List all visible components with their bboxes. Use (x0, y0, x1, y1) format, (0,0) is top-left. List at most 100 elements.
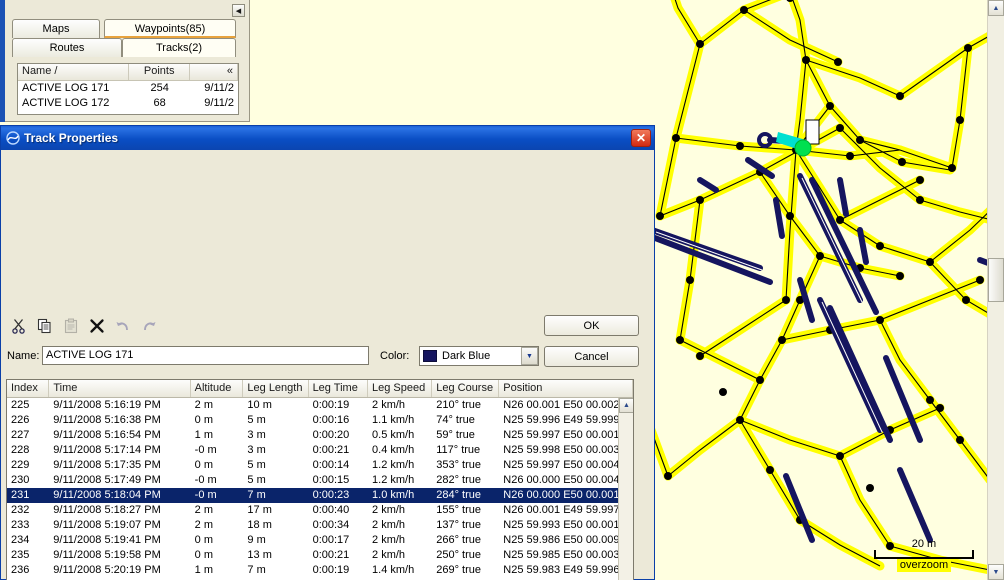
redo-button (138, 316, 160, 336)
tab-tracks-label: Tracks(2) (155, 42, 203, 54)
cell-position: N26 00.001 E50 00.002 (503, 399, 620, 411)
chevron-down-icon: ▼ (992, 568, 1000, 576)
col-leg-course[interactable]: Leg Course (432, 380, 500, 397)
cell-leg-length: 9 m (247, 534, 266, 546)
name-field-label: Name: (7, 350, 40, 362)
tab-routes[interactable]: Routes (12, 38, 122, 57)
cell-leg-speed: 2 km/h (372, 519, 406, 531)
tab-tracks[interactable]: Tracks(2) (122, 38, 236, 57)
cell-leg-course: 210° true (436, 399, 481, 411)
col-position[interactable]: Position (499, 380, 633, 397)
cell-index: 232 (11, 504, 30, 516)
col-index[interactable]: Index (7, 380, 50, 397)
cell-leg-time: 0:00:40 (312, 504, 350, 516)
table-row[interactable]: 235 9/11/2008 5:19:58 PM 0 m 13 m 0:00:21 2 k… (7, 548, 633, 563)
col-leg-speed[interactable]: Leg Speed (368, 380, 433, 397)
tab-waypoints-label: Waypoints(85) (134, 23, 206, 35)
col-leg-length[interactable]: Leg Length (243, 380, 309, 397)
dialog-title-bar[interactable]: Track Properties ✕ (1, 126, 654, 150)
cell-position: N25 59.983 E49 59.996 (503, 564, 620, 576)
table-row[interactable]: 229 9/11/2008 5:17:35 PM 0 m 5 m 0:00:14 1.2 … (7, 458, 633, 473)
cut-button[interactable] (8, 316, 30, 336)
map-vertical-scrollbar[interactable]: ▲ ▼ (987, 0, 1004, 580)
ok-button-label: OK (583, 319, 600, 332)
cell-leg-speed: 0.5 km/h (372, 429, 415, 441)
delete-button[interactable] (86, 316, 108, 336)
cell-leg-length: 17 m (247, 504, 272, 516)
cell-leg-course: 269° true (436, 564, 481, 576)
cell-leg-speed: 2 km/h (372, 504, 406, 516)
chevron-down-icon[interactable]: ▼ (521, 347, 538, 365)
copy-button[interactable] (34, 316, 56, 336)
cell-index: 228 (11, 444, 30, 456)
close-icon[interactable]: ✕ (631, 129, 651, 147)
table-row[interactable]: 232 9/11/2008 5:18:27 PM 2 m 17 m 0:00:40 2 k… (7, 503, 633, 518)
cancel-button[interactable]: Cancel (544, 346, 639, 367)
cell-position: N26 00.001 E49 59.997 (503, 504, 620, 516)
cell-leg-speed: 2 km/h (372, 549, 406, 561)
track-list-table[interactable]: Name / Points « ACTIVE LOG 171 254 9/11/… (17, 63, 239, 115)
table-scroll-up-button[interactable]: ▲ (619, 398, 633, 413)
cell-leg-speed: 1.2 km/h (372, 474, 415, 486)
cell-leg-speed: 2 km/h (372, 399, 406, 411)
col-leg-time[interactable]: Leg Time (309, 380, 369, 397)
cell-position: N25 59.997 E50 00.004 (503, 459, 620, 471)
tab-waypoints[interactable]: Waypoints(85) (104, 19, 236, 38)
cell-index: 234 (11, 534, 30, 546)
tab-maps[interactable]: Maps (12, 19, 100, 38)
chevron-left-icon: ◀ (235, 7, 242, 15)
track-points-table[interactable]: Index Time Altitude Leg Length Leg Time … (6, 379, 634, 580)
cell-position: N25 59.996 E49 59.999 (503, 414, 620, 426)
chevron-up-icon: ▲ (623, 402, 630, 409)
collapse-panel-button[interactable]: ◀ (232, 4, 245, 17)
cell-altitude: -0 m (194, 444, 217, 456)
table-row[interactable]: 227 9/11/2008 5:16:54 PM 1 m 3 m 0:00:20 0.5 … (7, 428, 633, 443)
track-col-name[interactable]: Name / (18, 64, 129, 80)
track-row-points: 68 (153, 97, 166, 109)
table-vertical-scrollbar[interactable]: ▲ ▼ (618, 398, 633, 580)
points-table-header: Index Time Altitude Leg Length Leg Time … (7, 380, 633, 398)
cell-position: N25 59.997 E50 00.001 (503, 429, 620, 441)
scroll-down-button[interactable]: ▼ (988, 564, 1004, 580)
cell-leg-course: 250° true (436, 549, 481, 561)
cell-altitude: -0 m (194, 489, 217, 501)
table-row[interactable]: 226 9/11/2008 5:16:38 PM 0 m 5 m 0:00:16 1.1 … (7, 413, 633, 428)
track-col-date[interactable]: « (190, 64, 238, 80)
cell-time: 9/11/2008 5:17:49 PM (53, 474, 161, 486)
table-row[interactable]: 231 9/11/2008 5:18:04 PM -0 m 7 m 0:00:23 1.0… (7, 488, 633, 503)
track-row-date: 9/11/2 (204, 97, 234, 109)
cell-leg-time: 0:00:21 (312, 549, 350, 561)
scrollbar-thumb[interactable] (988, 258, 1004, 302)
panel-left-edge (0, 0, 5, 122)
left-side-panel: ◀ Maps Waypoints(85) Routes Tracks(2) Na… (0, 0, 250, 122)
table-row[interactable]: 225 9/11/2008 5:16:19 PM 2 m 10 m 0:00:19 2 k… (7, 398, 633, 413)
cell-leg-speed: 2 km/h (372, 534, 406, 546)
cell-leg-length: 7 m (247, 564, 266, 576)
cell-leg-length: 5 m (247, 414, 266, 426)
table-row[interactable]: 234 9/11/2008 5:19:41 PM 0 m 9 m 0:00:17 2 km… (7, 533, 633, 548)
cell-altitude: -0 m (194, 474, 217, 486)
col-altitude[interactable]: Altitude (191, 380, 244, 397)
table-row[interactable]: 236 9/11/2008 5:20:19 PM 1 m 7 m 0:00:19 1.4 … (7, 563, 633, 578)
cell-leg-length: 3 m (247, 429, 266, 441)
table-row[interactable]: 230 9/11/2008 5:17:49 PM -0 m 5 m 0:00:15 1.2… (7, 473, 633, 488)
col-time[interactable]: Time (49, 380, 191, 397)
name-input[interactable]: ACTIVE LOG 171 (42, 346, 369, 365)
color-select[interactable]: Dark Blue ▼ (419, 346, 539, 366)
cell-position: N26 00.000 E50 00.004 (503, 474, 620, 486)
track-col-points[interactable]: Points (129, 64, 191, 80)
cell-leg-speed: 1.4 km/h (372, 564, 415, 576)
track-list-row[interactable]: ACTIVE LOG 172 68 9/11/2 (18, 96, 238, 111)
scale-bar-graphic (874, 550, 974, 559)
cell-leg-course: 266° true (436, 534, 481, 546)
table-row[interactable]: 233 9/11/2008 5:19:07 PM 2 m 18 m 0:00:34 2 k… (7, 518, 633, 533)
ok-button[interactable]: OK (544, 315, 639, 336)
table-row[interactable]: 228 9/11/2008 5:17:14 PM -0 m 3 m 0:00:21 0.4… (7, 443, 633, 458)
cell-leg-length: 13 m (247, 549, 272, 561)
cell-leg-course: 137° true (436, 519, 481, 531)
chevron-up-icon: ▲ (992, 4, 1000, 12)
track-list-row[interactable]: ACTIVE LOG 171 254 9/11/2 (18, 81, 238, 96)
cell-leg-course: 353° true (436, 459, 481, 471)
scroll-up-button[interactable]: ▲ (988, 0, 1004, 16)
color-swatch (423, 350, 437, 362)
